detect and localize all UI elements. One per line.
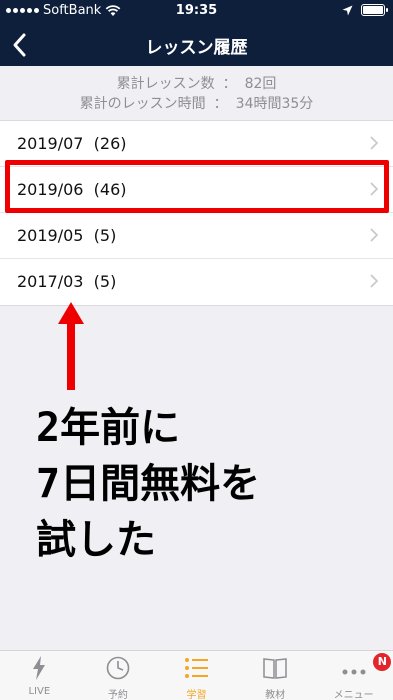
history-item-label: 2017/03 (5) xyxy=(17,272,117,291)
chevron-right-icon xyxy=(370,182,379,196)
chevron-right-icon xyxy=(370,228,379,242)
annotation-line: 7日間無料を xyxy=(36,461,261,507)
total-time-value: 34時間35分 xyxy=(235,96,314,112)
history-item[interactable]: 2019/06 (46) xyxy=(0,167,393,213)
total-lessons-label: 累計レッスン数 xyxy=(116,76,215,92)
history-item-label: 2019/05 (5) xyxy=(17,226,117,245)
tab-live[interactable]: LIVE xyxy=(0,651,79,700)
location-arrow-icon xyxy=(342,5,353,15)
history-item-label: 2019/06 (46) xyxy=(17,180,127,199)
tab-label: 教材 xyxy=(265,690,286,700)
total-lessons-value: 82回 xyxy=(244,76,277,92)
battery-icon xyxy=(361,4,388,16)
nav-bar: レッスン履歴 xyxy=(0,22,393,66)
chevron-right-icon xyxy=(370,274,379,288)
up-arrow-annotation xyxy=(58,302,84,390)
status-right xyxy=(342,4,388,16)
lightning-icon xyxy=(33,656,46,680)
annotation-line: 試した xyxy=(36,517,156,563)
history-list: 2019/07 (26) 2019/06 (46) 2019/05 (5) 20… xyxy=(0,120,393,306)
total-lessons-row: 累計レッスン数 ： 82回 xyxy=(0,74,393,94)
page-title: レッスン履歴 xyxy=(145,38,248,58)
status-time: 19:35 xyxy=(175,3,218,18)
history-item[interactable]: 2019/07 (26) xyxy=(0,121,393,167)
list-icon xyxy=(185,658,209,678)
chevron-right-icon xyxy=(370,136,379,150)
history-item[interactable]: 2017/03 (5) xyxy=(0,259,393,305)
clock-icon xyxy=(106,656,130,680)
book-icon xyxy=(263,658,287,679)
total-time-row: 累計のレッスン時間 ： 34時間35分 xyxy=(0,94,393,114)
annotation-line: 2年前に xyxy=(36,405,181,451)
tab-label: 学習 xyxy=(186,690,207,700)
tab-reserve[interactable]: 予約 xyxy=(79,651,158,700)
history-item[interactable]: 2019/05 (5) xyxy=(0,213,393,259)
more-dots-icon xyxy=(342,669,366,675)
tab-label: LIVE xyxy=(28,686,51,697)
annotation-text: 2年前に 7日間無料を 試した xyxy=(36,400,260,568)
tab-label: メニュー xyxy=(333,690,374,700)
history-item-label: 2019/07 (26) xyxy=(17,134,127,153)
tab-menu[interactable]: N メニュー xyxy=(314,651,393,700)
separator: ： xyxy=(213,96,228,112)
lesson-summary: 累計レッスン数 ： 82回 累計のレッスン時間 ： 34時間35分 xyxy=(0,66,393,120)
separator: ： xyxy=(222,76,237,92)
tab-study[interactable]: 学習 xyxy=(157,651,236,700)
tab-label: 予約 xyxy=(107,690,128,700)
total-time-label: 累計のレッスン時間 xyxy=(79,96,206,112)
tab-materials[interactable]: 教材 xyxy=(236,651,315,700)
tab-bar: LIVE 予約 学習 教材 N メニュー xyxy=(0,650,393,700)
status-bar: SoftBank 19:35 xyxy=(0,0,393,22)
notification-badge: N xyxy=(373,653,392,671)
